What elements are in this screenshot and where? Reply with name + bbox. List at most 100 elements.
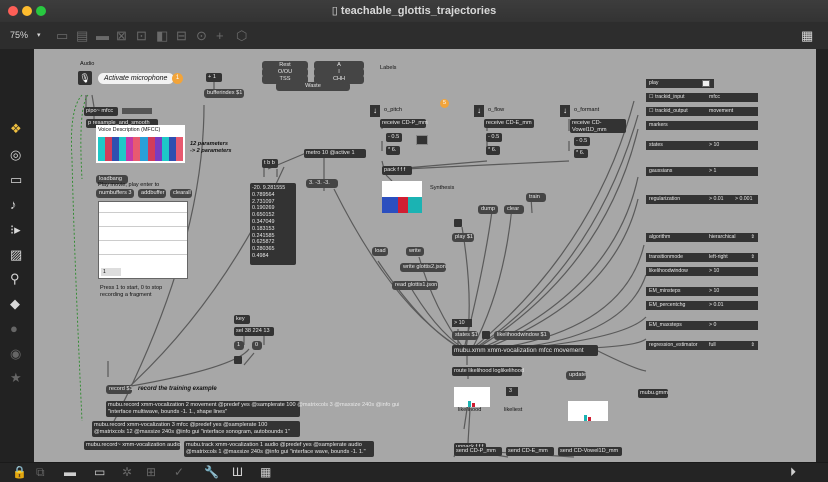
- key-object[interactable]: key: [234, 315, 250, 324]
- clearall-message[interactable]: clearall: [170, 189, 192, 198]
- label-button-waste[interactable]: Waste: [276, 82, 350, 91]
- update-message[interactable]: update: [566, 371, 586, 380]
- mubu-buffer-display[interactable]: 1: [98, 201, 188, 279]
- msg-one[interactable]: 1: [234, 341, 244, 350]
- likelihoodwindow-number[interactable]: [482, 331, 490, 339]
- attr-em-percentchg-value[interactable]: > 0.01: [706, 301, 758, 310]
- minus-half-object[interactable]: - 0.5: [574, 137, 590, 146]
- toggle-record[interactable]: [234, 356, 242, 364]
- outlet-arrow-icon[interactable]: ↓: [560, 105, 570, 117]
- message-icon[interactable]: ▬: [96, 28, 109, 43]
- likeliest-number[interactable]: 3: [506, 387, 518, 396]
- attr-markers-value[interactable]: [706, 121, 758, 130]
- receive-e-object[interactable]: receive CD-E_mm: [484, 119, 534, 128]
- buffer-selector[interactable]: 1: [101, 268, 121, 276]
- toggle-play[interactable]: [454, 219, 462, 227]
- likelihoodwindow-message[interactable]: likelihoodwindow $1: [494, 331, 550, 340]
- grid-icon[interactable]: ▦: [801, 28, 813, 44]
- attr-trackid-output-value[interactable]: movement: [706, 107, 758, 116]
- mubu-record-mfcc[interactable]: mubu.record xmm-vocalization 3 mfcc @pre…: [92, 421, 300, 437]
- receive-v-object[interactable]: receive CD-Vowel1D_mm: [570, 119, 626, 133]
- circle-icon[interactable]: ●: [10, 321, 18, 336]
- debug-icon[interactable]: ✲: [122, 465, 132, 479]
- send-v-object[interactable]: send CD-Vowel1D_mm: [558, 447, 622, 456]
- attr-regularization-value-2[interactable]: > 0.001: [732, 195, 758, 204]
- pipo-mfcc-object[interactable]: pipo~ mfcc: [84, 107, 118, 116]
- mubu-xmm-object[interactable]: mubu.xmm xmm-vocalization mfcc movement: [452, 345, 598, 356]
- activate-microphone-label[interactable]: Activate microphone: [98, 73, 174, 84]
- attr-states-value[interactable]: > 10: [706, 141, 758, 150]
- plus-icon[interactable]: +: [216, 28, 224, 43]
- presentation-icon[interactable]: ▭: [56, 28, 68, 44]
- attr-regression-estimator-menu[interactable]: full ⇕: [706, 341, 758, 350]
- numbuffers-message[interactable]: numbuffers 3: [96, 189, 134, 198]
- receive-p-object[interactable]: receive CD-P_mm: [380, 119, 428, 128]
- msg-zero[interactable]: 0: [252, 341, 262, 350]
- t-b-b-object[interactable]: t b b: [262, 159, 278, 168]
- train-message[interactable]: train: [526, 193, 546, 202]
- attr-transitionmode-menu[interactable]: left-right ⇕: [706, 253, 758, 262]
- attr-trackid-input-value[interactable]: mfcc: [706, 93, 758, 102]
- sel-object[interactable]: sel 38 224 13: [234, 327, 274, 336]
- outlet-arrow-icon[interactable]: ↓: [474, 105, 484, 117]
- microphone-icon[interactable]: 🎙: [78, 71, 92, 85]
- mubu-record-movement[interactable]: mubu.record xmm-vocalization 2 movement …: [106, 401, 399, 417]
- write-message[interactable]: write: [406, 247, 424, 256]
- attr-play-checkbox[interactable]: [702, 80, 710, 87]
- grid-icon[interactable]: ⊞: [146, 465, 156, 479]
- times-six-object[interactable]: * 6.: [386, 146, 400, 155]
- bufferindex-message[interactable]: bufferindex $1: [204, 89, 244, 98]
- keyboard-icon[interactable]: ▦: [260, 465, 271, 479]
- vertical-bars-icon[interactable]: Ш: [232, 465, 243, 479]
- pitch-number[interactable]: [416, 135, 428, 145]
- attr-em-maxsteps-value[interactable]: > 0: [706, 321, 758, 330]
- link-icon[interactable]: ⚲: [10, 271, 20, 287]
- comment-icon[interactable]: ▤: [76, 28, 88, 44]
- chevron-down-icon[interactable]: ▾: [37, 31, 41, 39]
- times-six-object[interactable]: * 6.: [574, 149, 588, 158]
- dial-icon[interactable]: ⊟: [176, 28, 187, 44]
- attr-algorithm-menu[interactable]: hierarchical ⇕: [706, 233, 758, 242]
- jitter-icon[interactable]: ⁝▸: [10, 222, 21, 238]
- read-file-message[interactable]: read glottis1.json: [392, 281, 438, 290]
- image-icon[interactable]: ▨: [10, 247, 22, 263]
- toggle-icon[interactable]: ⊡: [136, 28, 147, 44]
- target-icon[interactable]: ◎: [10, 147, 21, 163]
- screen-icon[interactable]: ▭: [10, 172, 22, 188]
- play-message[interactable]: play $1: [452, 233, 474, 242]
- star-icon[interactable]: ★: [10, 370, 22, 386]
- minus-half-object[interactable]: - 0.5: [386, 133, 402, 142]
- write-file-message[interactable]: write glottis2.json: [400, 263, 446, 272]
- objects-icon[interactable]: ❖: [10, 121, 22, 137]
- times-six-object[interactable]: * 6.: [486, 146, 500, 155]
- attr-gaussians-value[interactable]: > 1: [706, 167, 758, 176]
- button-icon[interactable]: ⊠: [116, 28, 127, 44]
- states-message[interactable]: states $1: [452, 331, 478, 340]
- attr-regularization-value[interactable]: > 0.01: [706, 195, 732, 204]
- mubu-track-audio[interactable]: mubu.track xmm-vocalization 1 audio @pre…: [184, 441, 374, 457]
- lock-icon[interactable]: 🔒: [12, 465, 27, 479]
- minus-half-object[interactable]: - 0.5: [486, 133, 502, 142]
- attr-likelihoodwindow-value[interactable]: > 10: [706, 267, 758, 276]
- plugin-icon[interactable]: ◆: [10, 296, 20, 312]
- send-e-object[interactable]: send CD-E_mm: [506, 447, 554, 456]
- slider-icon[interactable]: ◧: [156, 28, 168, 44]
- wrench-icon[interactable]: 🔧: [204, 465, 219, 479]
- values-message-box[interactable]: -20. 9.281555 0.789564 2.731097 0.190269…: [250, 183, 296, 265]
- mubu-record-audio[interactable]: mubu.record~ xmm-vocalization audio: [84, 441, 181, 450]
- new-object-icon[interactable]: ⊙: [196, 28, 207, 44]
- route-object[interactable]: route likelihood loglikelihood: [452, 367, 524, 376]
- window-icon[interactable]: ▭: [94, 465, 105, 479]
- neg-three-message[interactable]: 3. -3. -3.: [306, 179, 338, 188]
- play-icon[interactable]: ⏵: [790, 465, 796, 480]
- patch-cord-icon[interactable]: ⬡: [236, 28, 247, 44]
- mubu-gmm-object[interactable]: mubu.gmm: [638, 389, 668, 398]
- zoom-level[interactable]: 75%: [10, 30, 28, 40]
- states-number[interactable]: > 10: [452, 319, 472, 327]
- check-icon[interactable]: ✓: [174, 465, 184, 479]
- outlet-arrow-icon[interactable]: ↓: [370, 105, 380, 117]
- sync-icon[interactable]: ◉: [10, 346, 21, 362]
- pack-object[interactable]: pack f f f: [382, 166, 412, 175]
- dump-message[interactable]: dump: [478, 205, 498, 214]
- plus-one-object[interactable]: + 1: [206, 73, 222, 82]
